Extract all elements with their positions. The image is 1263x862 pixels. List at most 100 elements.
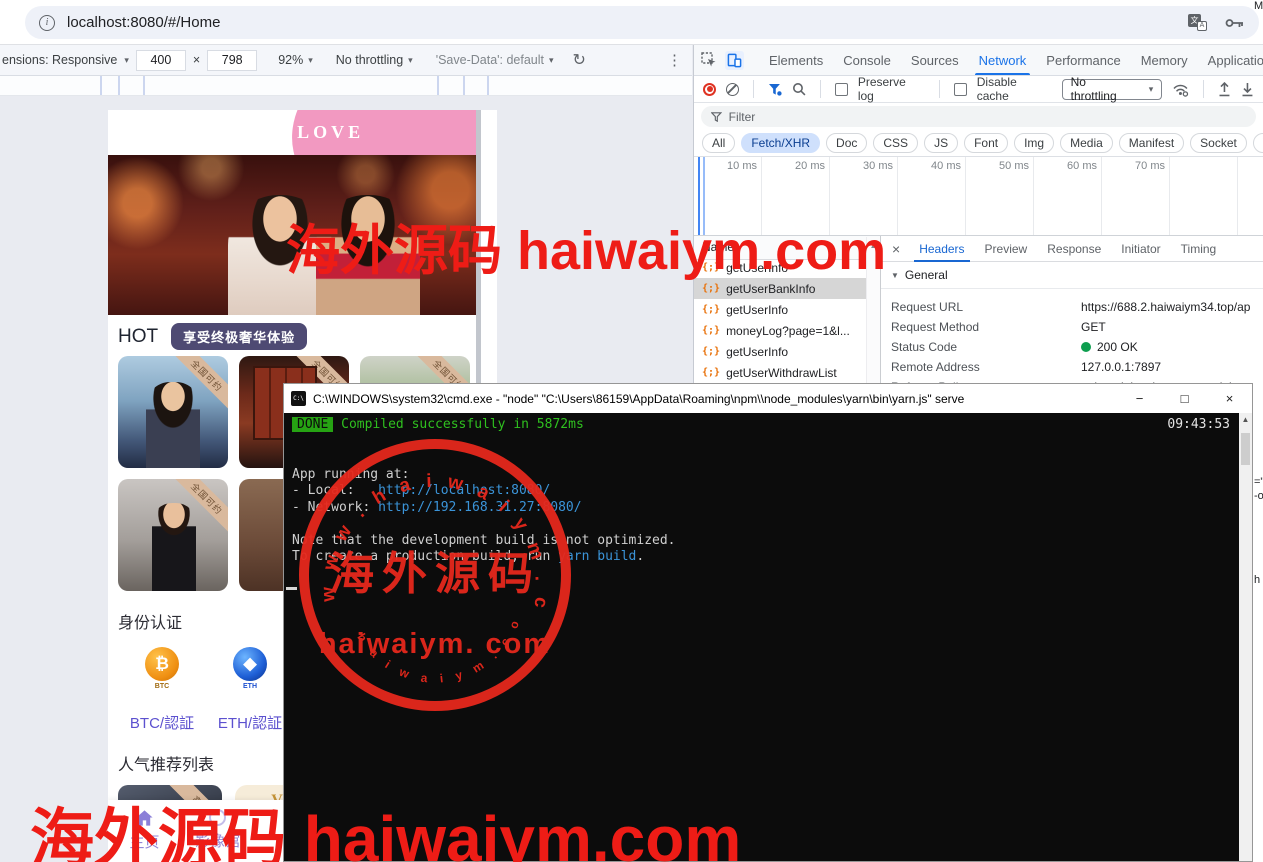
request-type-chip[interactable]: Doc	[826, 133, 867, 153]
request-type-chip[interactable]: Manifest	[1119, 133, 1184, 153]
translate-icon[interactable]: 文 A	[1188, 14, 1207, 31]
network-throttling-select[interactable]: No throttling ▾	[1062, 79, 1163, 100]
device-toolbar-toggle-icon[interactable]	[725, 51, 744, 70]
ruler-tick	[487, 76, 489, 95]
devtools-toolbar-icons	[694, 51, 751, 70]
close-button[interactable]: ×	[1207, 384, 1252, 413]
general-section-header[interactable]: ▼ General	[881, 262, 1263, 289]
local-url-link[interactable]: http://localhost:8080/	[378, 483, 550, 498]
gallery-photo[interactable]: 全国可约	[118, 479, 228, 591]
device-toolbar-more-icon[interactable]: ⋮	[667, 51, 682, 69]
coin-sub-label: ETH	[243, 683, 257, 690]
build-suffix: .	[636, 549, 644, 564]
dimensions-label[interactable]: ensions: Responsive	[2, 53, 117, 67]
details-tab[interactable]: Preview	[975, 236, 1038, 262]
timeline-tick: 70 ms	[1102, 157, 1170, 235]
password-key-icon[interactable]	[1225, 17, 1245, 29]
url-text[interactable]: localhost:8080/#/Home	[67, 14, 220, 31]
cmd-window-controls: − □ ×	[1117, 384, 1252, 413]
timeline-tick: 20 ms	[762, 157, 830, 235]
request-row[interactable]: {;} getUserInfo	[694, 341, 866, 362]
filter-input[interactable]	[729, 110, 1246, 124]
filter-funnel-icon[interactable]	[768, 83, 782, 96]
done-badge: DONE	[292, 417, 333, 432]
devtools-tab[interactable]: Console	[833, 45, 901, 76]
devtools-tab[interactable]: Sources	[901, 45, 969, 76]
scroll-up-icon[interactable]: ▲	[1239, 413, 1252, 427]
details-tab[interactable]: Initiator	[1111, 236, 1170, 262]
request-type-chip[interactable]: All	[702, 133, 735, 153]
throttling-caret-icon: ▾	[1149, 84, 1154, 95]
zoom-select[interactable]: 92% ▾	[278, 53, 313, 67]
identity-item[interactable]: ₿ BTC BTC/認証	[118, 647, 206, 733]
import-har-icon[interactable]	[1218, 82, 1231, 97]
close-details-icon[interactable]: ×	[883, 241, 909, 257]
request-type-chip[interactable]: Socket	[1190, 133, 1247, 153]
disable-cache-checkbox[interactable]	[954, 83, 967, 96]
filter-input-box[interactable]	[701, 106, 1256, 127]
filter-icon	[711, 112, 722, 122]
preserve-log-label[interactable]: Preserve log	[858, 75, 925, 103]
identity-label: BTC/認証	[130, 712, 194, 733]
save-data-select[interactable]: 'Save-Data': default ▾	[436, 53, 554, 67]
export-har-icon[interactable]	[1241, 82, 1254, 97]
request-row[interactable]: {;} getUserBankInfo	[694, 278, 866, 299]
request-type-chip[interactable]: Img	[1014, 133, 1054, 153]
disable-cache-label[interactable]: Disable cache	[977, 75, 1052, 103]
gallery-photo[interactable]: 全国可约	[118, 356, 228, 468]
details-tab[interactable]: Response	[1037, 236, 1111, 262]
network-conditions-icon[interactable]	[1172, 82, 1189, 97]
gallery-ribbon: 全国可约	[166, 479, 228, 539]
nav-item[interactable]: 主页	[108, 800, 181, 862]
details-tab[interactable]: Headers	[909, 236, 974, 262]
maximize-button[interactable]: □	[1162, 384, 1207, 413]
viewport-height-input[interactable]	[207, 50, 257, 71]
scroll-up-icon[interactable]: ▲	[870, 241, 878, 250]
viewport-width-input[interactable]	[136, 50, 186, 71]
build-prefix: To create a production build, run	[292, 549, 558, 564]
details-tabbar: × Headers Preview Response Initiator Tim…	[881, 236, 1263, 262]
identity-item[interactable]: ◆ ETH ETH/認証	[206, 647, 294, 733]
details-tab[interactable]: Timing	[1171, 236, 1227, 262]
network-url-link[interactable]: http://192.168.31.27:8080/	[378, 500, 582, 515]
request-name: moneyLog?page=1&l...	[726, 324, 850, 338]
preserve-log-checkbox[interactable]	[835, 83, 848, 96]
search-icon[interactable]	[792, 82, 806, 96]
record-network-log-icon[interactable]	[703, 83, 716, 96]
request-type-chip[interactable]: CSS	[873, 133, 918, 153]
zoom-caret-icon: ▾	[308, 55, 313, 66]
network-prefix: - Network:	[292, 500, 378, 515]
divider	[939, 80, 940, 98]
cmd-scrollbar[interactable]: ▲	[1239, 413, 1252, 861]
request-type-chip[interactable]: Fetch/XHR	[741, 133, 820, 153]
devtools-tab[interactable]: Performance	[1036, 45, 1130, 76]
request-row[interactable]: {;} getUserInfo	[694, 257, 866, 278]
request-type-chip[interactable]: Media	[1060, 133, 1113, 153]
rotate-device-icon[interactable]: ↻	[573, 50, 586, 70]
minimize-button[interactable]: −	[1117, 384, 1162, 413]
request-type-chip[interactable]: JS	[924, 133, 958, 153]
request-row[interactable]: {;} getUserInfo	[694, 299, 866, 320]
cmd-window[interactable]: C:\ C:\WINDOWS\system32\cmd.exe - "node"…	[283, 383, 1253, 862]
throttling-select[interactable]: No throttling ▾	[336, 53, 413, 67]
timeline-tick: 50 ms	[966, 157, 1034, 235]
cmd-titlebar[interactable]: C:\ C:\WINDOWS\system32\cmd.exe - "node"…	[284, 384, 1252, 413]
address-pill[interactable]: i localhost:8080/#/Home 文 A	[25, 6, 1259, 39]
address-bar-icons: 文 A	[1188, 14, 1245, 31]
request-type-chip[interactable]: Font	[964, 133, 1008, 153]
request-row[interactable]: {;} getUserWithdrawList	[694, 362, 866, 383]
request-row[interactable]: {;} moneyLog?page=1&l...	[694, 320, 866, 341]
devtools-tab[interactable]: Network	[969, 45, 1037, 76]
header-row: Request Method GET	[891, 317, 1263, 337]
inspect-element-icon[interactable]	[701, 52, 717, 68]
page-info-icon[interactable]: i	[39, 15, 55, 31]
request-list-scrollbar[interactable]: ▲	[866, 237, 880, 387]
nav-item[interactable]: 影像馆	[181, 800, 254, 862]
devtools-tab[interactable]: Elements	[759, 45, 833, 76]
cmd-scrollbar-thumb[interactable]	[1241, 433, 1250, 465]
network-overview-timeline[interactable]: 10 ms 20 ms 30 ms 40 ms 50 ms 60 ms 70 m…	[694, 157, 1263, 236]
cmd-output: DONE Compiled successfully in 5872ms App…	[284, 413, 1239, 861]
hero-banner-image[interactable]	[108, 155, 476, 315]
clear-network-log-icon[interactable]	[726, 83, 739, 96]
devtools-tab[interactable]: Memory	[1131, 45, 1198, 76]
